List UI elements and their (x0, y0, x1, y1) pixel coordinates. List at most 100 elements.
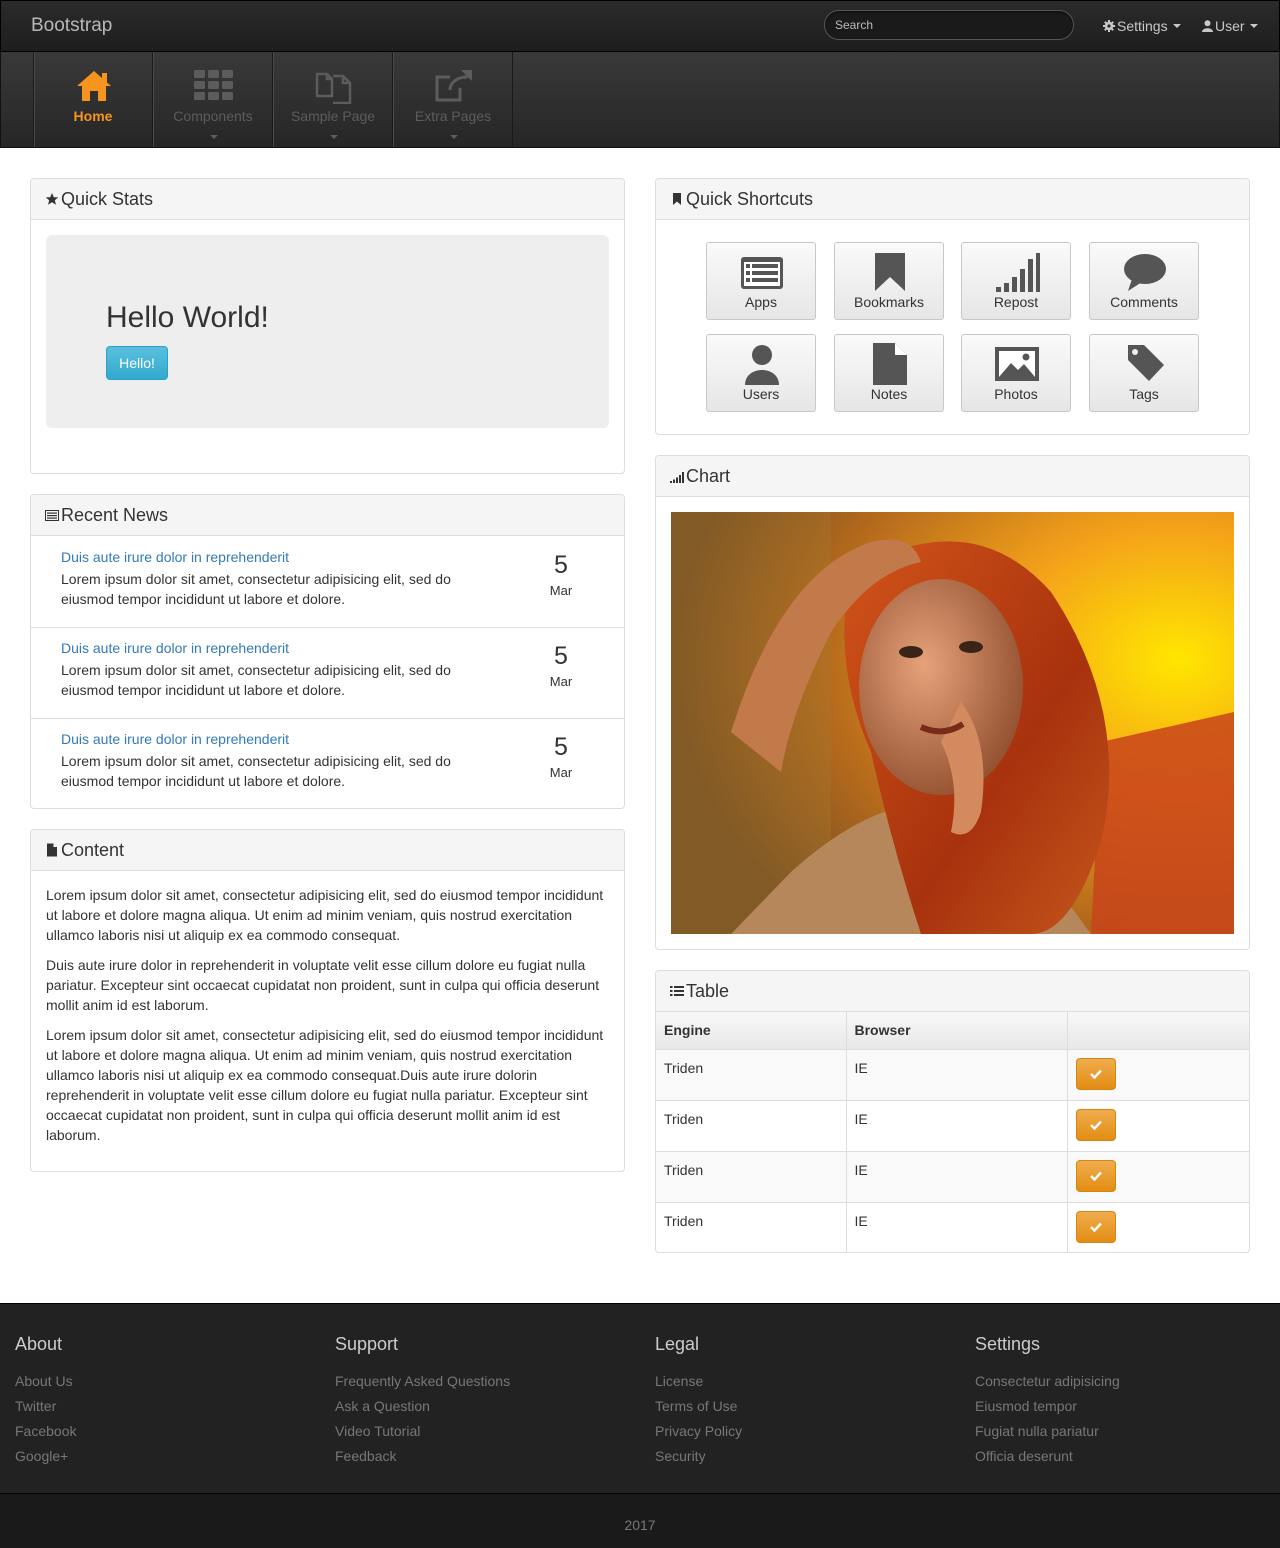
copyright: 2017 (0, 1493, 1280, 1548)
check-icon (1089, 1171, 1102, 1181)
footer-link[interactable]: Officia deserunt (975, 1444, 1275, 1469)
file-icon (47, 843, 57, 857)
search-input[interactable] (824, 10, 1074, 40)
recent-news-panel: Recent News Duis aute irure dolor in rep… (30, 494, 625, 809)
chevron-down-icon (330, 135, 338, 139)
shortcut-users[interactable]: Users (706, 334, 816, 412)
shortcut-label: Repost (993, 294, 1039, 310)
footer-column-about: About About Us Twitter Facebook Google+ (15, 1334, 315, 1469)
check-button[interactable] (1075, 1057, 1116, 1090)
news-title-link[interactable]: Duis aute irure dolor in reprehenderit (61, 549, 289, 565)
shortcut-notes[interactable]: Notes (834, 334, 944, 412)
footer-link[interactable]: Twitter (15, 1394, 315, 1419)
action-cell (1067, 1099, 1249, 1151)
file-icon (873, 343, 907, 385)
gear-icon (1103, 20, 1115, 32)
shortcut-photos[interactable]: Photos (961, 334, 1071, 412)
brand[interactable]: Bootstrap (31, 15, 112, 37)
check-button[interactable] (1075, 1159, 1116, 1192)
footer-link[interactable]: Ask a Question (335, 1394, 635, 1419)
footer-heading: Support (335, 1334, 399, 1354)
shortcut-label: Tags (1129, 386, 1159, 402)
top-navbar: Bootstrap Settings User (0, 0, 1280, 52)
shortcut-bookmarks[interactable]: Bookmarks (834, 242, 944, 320)
shortcut-repost[interactable]: Repost (961, 242, 1071, 320)
nav-sample-page[interactable]: Sample Page (273, 52, 393, 147)
footer-link[interactable]: Consectetur adipisicing (975, 1369, 1275, 1394)
settings-label: Settings (1117, 18, 1168, 34)
browser-cell: IE (846, 1150, 1068, 1202)
shortcut-label: Comments (1110, 294, 1178, 310)
action-cell (1067, 1150, 1249, 1202)
files-icon (315, 72, 352, 104)
data-table: Engine Browser Triden IE Triden IE Tride… (656, 1012, 1249, 1253)
jumbotron-heading: Hello World! (106, 301, 269, 334)
star-icon (45, 193, 59, 205)
panel-heading: Chart (656, 456, 1249, 497)
footer-link[interactable]: Eiusmod tempor (975, 1394, 1275, 1419)
footer-link[interactable]: License (655, 1369, 955, 1394)
chevron-down-icon (1249, 24, 1258, 28)
footer-link[interactable]: Video Tutorial (335, 1419, 635, 1444)
footer: About About Us Twitter Facebook Google+ … (0, 1303, 1280, 1493)
action-cell (1067, 1201, 1249, 1253)
nav-components[interactable]: Components (153, 52, 273, 147)
table-panel: Table Engine Browser Triden IE Triden IE… (655, 970, 1250, 1253)
footer-link[interactable]: Privacy Policy (655, 1419, 955, 1444)
footer-heading: Legal (655, 1334, 700, 1354)
column-header: Engine (656, 1012, 847, 1050)
action-cell (1067, 1048, 1249, 1100)
nav-label: Sample Page (290, 108, 376, 124)
footer-column-support: Support Frequently Asked Questions Ask a… (335, 1334, 635, 1469)
user-dropdown[interactable]: User (1202, 18, 1258, 34)
panel-heading: Recent News (31, 495, 624, 536)
shortcut-label: Bookmarks (853, 294, 925, 310)
shortcut-label: Notes (870, 386, 908, 402)
picture-icon (995, 347, 1039, 381)
footer-link[interactable]: Terms of Use (655, 1394, 955, 1419)
panel-heading: Table (656, 971, 1249, 1012)
news-title-link[interactable]: Duis aute irure dolor in reprehenderit (61, 731, 289, 747)
portrait-photo (671, 512, 1234, 934)
nav-home[interactable]: Home (33, 52, 153, 147)
shortcut-tags[interactable]: Tags (1089, 334, 1199, 412)
column-header (1067, 1012, 1249, 1050)
panel-title: Content (61, 839, 125, 860)
content-paragraph: Lorem ipsum dolor sit amet, consectetur … (46, 887, 604, 943)
footer-link[interactable]: Feedback (335, 1444, 635, 1469)
panel-title: Quick Stats (61, 188, 154, 209)
jumbotron: Hello World! Hello! (46, 235, 609, 428)
column-header: Browser (846, 1012, 1068, 1050)
news-title-link[interactable]: Duis aute irure dolor in reprehenderit (61, 640, 289, 656)
hello-button[interactable]: Hello! (106, 346, 168, 380)
footer-link[interactable]: Fugiat nulla pariatur (975, 1419, 1275, 1444)
shortcut-label: Users (742, 386, 780, 402)
engine-cell: Triden (656, 1048, 847, 1100)
news-text: Lorem ipsum dolor sit amet, consectetur … (61, 571, 451, 607)
settings-dropdown[interactable]: Settings (1103, 18, 1181, 34)
content-body: Lorem ipsum dolor sit amet, consectetur … (31, 871, 624, 1169)
footer-link[interactable]: About Us (15, 1369, 315, 1394)
check-button[interactable] (1075, 1210, 1116, 1243)
browser-cell: IE (846, 1048, 1068, 1100)
check-button[interactable] (1075, 1108, 1116, 1141)
chart-panel: Chart (655, 455, 1250, 950)
shortcut-apps[interactable]: Apps (706, 242, 816, 320)
panel-heading: Content (31, 830, 624, 871)
shortcut-comments[interactable]: Comments (1089, 242, 1199, 320)
news-day: 5 (554, 733, 568, 761)
list-icon (741, 257, 783, 289)
news-item: Duis aute irure dolor in reprehenderit L… (31, 628, 624, 719)
footer-link[interactable]: Frequently Asked Questions (335, 1369, 635, 1394)
table-row: Triden IE (656, 1099, 1249, 1151)
bookmark-icon (673, 193, 681, 205)
footer-link[interactable]: Security (655, 1444, 955, 1469)
news-month: Mar (549, 765, 573, 780)
footer-link[interactable]: Google+ (15, 1444, 315, 1469)
nav-extra-pages[interactable]: Extra Pages (393, 52, 513, 147)
footer-link[interactable]: Facebook (15, 1419, 315, 1444)
chevron-down-icon (1172, 24, 1181, 28)
bookmark-icon (875, 253, 905, 291)
footer-column-legal: Legal License Terms of Use Privacy Polic… (655, 1334, 955, 1469)
engine-cell: Triden (656, 1201, 847, 1253)
